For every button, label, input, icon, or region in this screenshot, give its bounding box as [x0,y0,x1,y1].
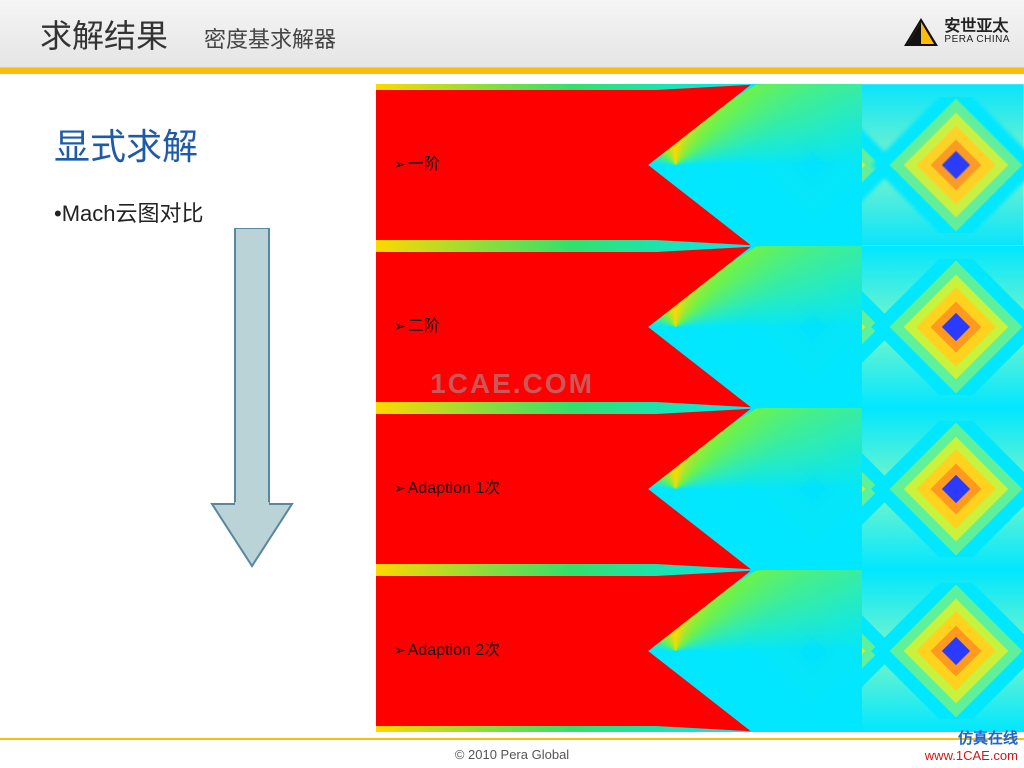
down-arrow-icon [210,228,294,573]
header-accent-bar [0,68,1024,74]
logo-triangle-icon [904,18,938,46]
contour-row-2: ➢二阶 [376,246,1024,408]
corner-cn: 仿真在线 [925,730,1018,748]
logo-text-wrap: 安世亚太 PERA CHINA [944,19,1010,45]
section-heading: 显式求解 [54,118,324,170]
title-sub: 密度基求解器 [204,22,336,54]
title-main: 求解结果 [40,11,168,57]
row-label-1: ➢一阶 [394,150,440,174]
contour-row-4: ➢Adaption 2次 [376,570,1024,732]
bullet-marker: • [54,201,62,226]
simulation-grid: ➢一阶 ➢二阶 ➢Adaption 1次 ➢Adaption 2次 [376,84,1024,732]
corner-watermark: 仿真在线 www.1CAE.com [925,730,1018,764]
brand-logo: 安世亚太 PERA CHINA [904,18,1010,46]
corner-url: www.1CAE.com [925,748,1018,764]
row-label-4: ➢Adaption 2次 [394,636,500,660]
bullet-mach: •Mach云图对比 [54,196,324,228]
bullet-text: Mach云图对比 [62,201,204,226]
footer-accent-bar [0,738,1024,740]
contour-row-3: ➢Adaption 1次 [376,408,1024,570]
slide-header: 求解结果 密度基求解器 安世亚太 PERA CHINA [0,0,1024,68]
logo-text-cn: 安世亚太 [944,19,1010,35]
contour-row-1: ➢一阶 [376,84,1024,246]
footer-copyright: © 2010 Pera Global [0,747,1024,762]
left-column: 显式求解 •Mach云图对比 [54,118,324,228]
row-label-3: ➢Adaption 1次 [394,474,500,498]
logo-text-en: PERA CHINA [944,35,1010,45]
row-label-2: ➢二阶 [394,312,440,336]
